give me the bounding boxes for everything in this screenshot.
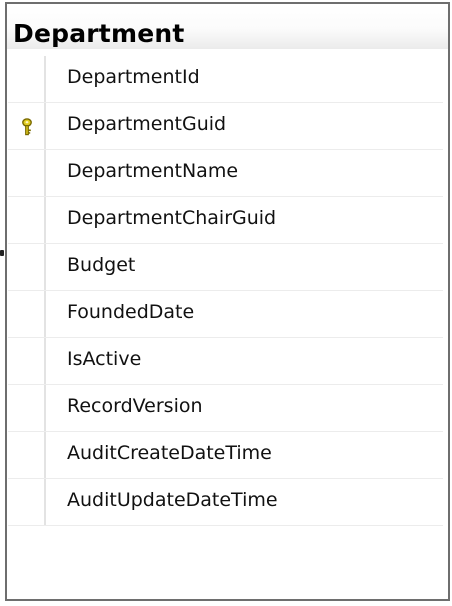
column-name: AuditUpdateDateTime xyxy=(67,489,278,511)
column-name: Budget xyxy=(67,254,136,276)
column-name: DepartmentId xyxy=(67,66,200,88)
column-name: AuditCreateDateTime xyxy=(67,442,272,464)
column-row-budget[interactable]: Budget xyxy=(8,244,443,291)
column-row-departmentguid[interactable]: DepartmentGuid xyxy=(8,103,443,150)
row-selector[interactable] xyxy=(8,197,46,243)
column-name: FoundedDate xyxy=(67,301,195,323)
column-name: DepartmentName xyxy=(67,160,239,182)
table-diagram-box[interactable]: Department DepartmentId DepartmentGuid D… xyxy=(5,2,450,601)
column-name: DepartmentChairGuid xyxy=(67,207,277,229)
column-row-auditcreatedatetime[interactable]: AuditCreateDateTime xyxy=(8,432,443,479)
column-row-isactive[interactable]: IsActive xyxy=(8,338,443,385)
table-header[interactable]: Department xyxy=(7,4,448,49)
column-row-departmentname[interactable]: DepartmentName xyxy=(8,150,443,197)
row-selector[interactable] xyxy=(8,244,46,290)
column-row-auditupdatedatetime[interactable]: AuditUpdateDateTime xyxy=(8,479,443,526)
column-name: IsActive xyxy=(67,348,142,370)
row-selector[interactable] xyxy=(8,291,46,337)
row-selector[interactable] xyxy=(8,432,46,478)
row-selector[interactable] xyxy=(8,479,46,525)
key-icon xyxy=(22,118,32,136)
row-selector[interactable] xyxy=(8,150,46,196)
column-row-recordversion[interactable]: RecordVersion xyxy=(8,385,443,432)
row-selector[interactable] xyxy=(8,103,46,149)
column-row-departmentid[interactable]: DepartmentId xyxy=(8,56,443,103)
relationship-connector[interactable] xyxy=(0,250,4,256)
row-selector[interactable] xyxy=(8,385,46,431)
column-name: DepartmentGuid xyxy=(67,113,227,135)
row-selector[interactable] xyxy=(8,338,46,384)
column-row-departmentchairguid[interactable]: DepartmentChairGuid xyxy=(8,197,443,244)
columns-grid: DepartmentId DepartmentGuid DepartmentNa… xyxy=(8,56,443,526)
column-name: RecordVersion xyxy=(67,395,203,417)
table-title: Department xyxy=(13,19,185,48)
row-selector[interactable] xyxy=(8,56,46,102)
column-row-foundeddate[interactable]: FoundedDate xyxy=(8,291,443,338)
